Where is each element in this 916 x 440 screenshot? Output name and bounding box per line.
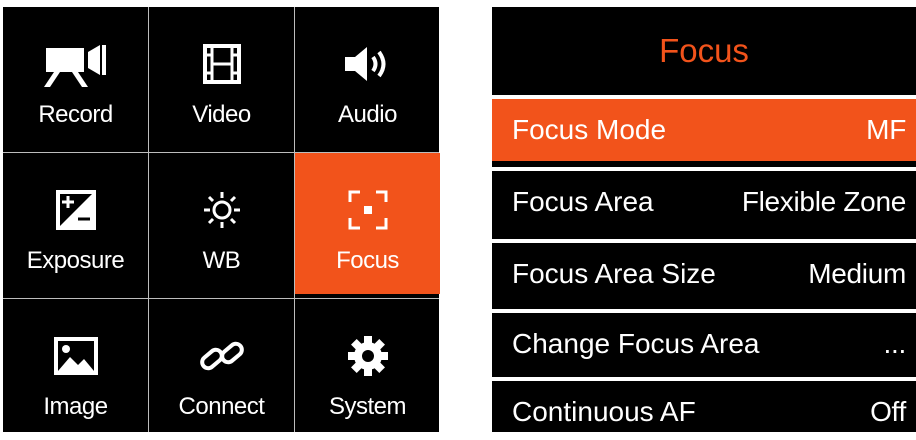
link-icon: [199, 325, 245, 387]
setting-row-focus-area[interactable]: Focus Area Flexible Zone: [492, 167, 916, 233]
menu-item-wb[interactable]: WB: [149, 153, 294, 294]
setting-label: Focus Mode: [512, 114, 667, 145]
menu-item-exposure[interactable]: Exposure: [3, 153, 148, 294]
setting-row-focus-area-size[interactable]: Focus Area Size Medium: [492, 239, 916, 305]
menu-item-label: Video: [192, 101, 251, 128]
menu-item-label: Audio: [338, 101, 397, 128]
focus-settings-panel: Focus Focus Mode MF Focus Area Flexible …: [492, 7, 916, 432]
focus-frame-icon: [348, 179, 388, 241]
sun-icon: [202, 179, 242, 241]
setting-value: Off: [870, 396, 906, 427]
video-camera-icon: [43, 33, 108, 95]
menu-item-label: System: [328, 393, 407, 420]
gear-icon: [347, 325, 389, 387]
setting-value: Medium: [808, 258, 906, 289]
setting-value: Flexible Zone: [741, 186, 906, 217]
setting-label: Change Focus Area: [512, 328, 760, 359]
setting-row-continuous-af[interactable]: Continuous AF Off: [492, 377, 916, 432]
menu-item-label: Image: [43, 393, 108, 420]
menu-item-image[interactable]: Image: [3, 299, 148, 440]
speaker-icon: [343, 33, 393, 95]
menu-item-video[interactable]: Video: [149, 7, 294, 148]
exposure-compensation-icon: [55, 179, 96, 241]
grid-divider: [294, 7, 295, 432]
menu-item-record[interactable]: Record: [3, 7, 148, 148]
menu-item-system[interactable]: System: [295, 299, 440, 440]
menu-item-label: Connect: [178, 393, 265, 420]
setting-row-change-focus-area[interactable]: Change Focus Area ...: [492, 309, 916, 375]
grid-divider: [3, 298, 439, 299]
grid-divider: [148, 7, 149, 432]
menu-item-label: Focus: [336, 247, 399, 274]
setting-value: ...: [883, 328, 907, 359]
setting-row-focus-mode[interactable]: Focus Mode MF: [492, 95, 916, 161]
film-strip-icon: [202, 33, 242, 95]
setting-value: MF: [866, 114, 906, 145]
grid-divider: [3, 152, 439, 153]
main-menu-grid: Record Video Audio Exposure WB Focus Ima…: [3, 7, 440, 432]
image-icon: [53, 325, 98, 387]
setting-label: Focus Area Size: [512, 258, 716, 289]
menu-item-focus[interactable]: Focus: [295, 153, 440, 294]
menu-item-connect[interactable]: Connect: [149, 299, 294, 440]
menu-item-label: Record: [38, 101, 113, 128]
setting-label: Focus Area: [512, 186, 654, 217]
menu-item-label: WB: [202, 247, 241, 274]
menu-item-audio[interactable]: Audio: [295, 7, 440, 148]
setting-label: Continuous AF: [512, 396, 696, 427]
panel-title: Focus: [659, 32, 749, 69]
menu-item-label: Exposure: [26, 247, 125, 274]
